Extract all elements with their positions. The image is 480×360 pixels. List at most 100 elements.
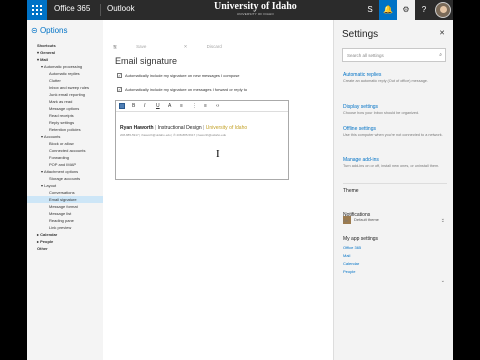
offline-settings-desc: Use this computer when you're not connec… — [343, 133, 443, 137]
nav-item[interactable]: ▾ Accounts — [27, 133, 103, 140]
automatic-replies-desc: Create an automatic reply (Out of office… — [343, 79, 428, 83]
nav-item[interactable]: Automatic replies — [27, 70, 103, 77]
options-tree: Shortcuts ▾ General ▾ Mail ▾ Automatic proc… — [27, 42, 103, 252]
chevron-down-icon[interactable]: ⌄ — [441, 278, 445, 284]
nav-item[interactable]: ▾ Automatic processing — [27, 63, 103, 70]
university-logo: University of Idaho UNIVERSITY OF IDAHO — [214, 1, 297, 17]
save-label: Save — [136, 44, 147, 49]
logo-main: University of Idaho — [214, 1, 297, 12]
settings-pane: Settings ✕ Search all settings ⌕ Automat… — [333, 20, 453, 360]
display-settings-link[interactable]: Display settings — [343, 104, 378, 110]
nav-item[interactable]: Email signature — [27, 196, 103, 203]
insert-picture-icon[interactable] — [119, 103, 125, 109]
signature-name: Ryan Haworth — [120, 125, 154, 131]
options-navigation: ⊝ Options Shortcuts ▾ General ▾ Mail ▾ Auto… — [27, 20, 103, 360]
brand-label[interactable]: Office 365 — [54, 4, 90, 13]
nav-item[interactable]: ▾ Attachment options — [27, 168, 103, 175]
close-icon[interactable]: ✕ — [439, 29, 445, 37]
forward-reply-option-label: Automatically include my signature on me… — [125, 87, 248, 92]
chevron-down-icon[interactable]: ⌄ — [441, 218, 445, 224]
top-bar: Office 365 Outlook University of Idaho U… — [27, 0, 453, 20]
nav-item[interactable]: Connected accounts — [27, 147, 103, 154]
settings-search-input[interactable]: Search all settings ⌕ — [342, 48, 446, 62]
search-icon[interactable]: ⌕ — [439, 52, 442, 58]
gear-icon[interactable]: ⚙ — [397, 0, 415, 20]
logo-sub: UNIVERSITY OF IDAHO — [236, 12, 274, 16]
nav-item[interactable]: ▾ Mail — [27, 56, 103, 63]
nav-item[interactable]: Message options — [27, 105, 103, 112]
divider — [343, 183, 447, 184]
back-arrow-icon: ⊝ — [31, 26, 40, 35]
numbering-button[interactable]: ≡ — [204, 103, 207, 109]
signature-name-line: Ryan Haworth | Instructional Design | Un… — [120, 125, 247, 131]
bold-button[interactable]: B — [132, 103, 135, 109]
bullets-button[interactable]: ⋮ — [192, 103, 197, 109]
nav-item[interactable]: Storage accounts — [27, 175, 103, 182]
font-color-button[interactable]: A — [168, 103, 171, 109]
italic-button[interactable]: I — [144, 103, 145, 109]
theme-label: Theme — [343, 188, 359, 194]
my-app-people-link[interactable]: People — [343, 269, 355, 274]
code-view-button[interactable]: ‹› — [216, 103, 219, 109]
nav-item[interactable]: Reading pane — [27, 217, 103, 224]
nav-item[interactable]: Link preview — [27, 224, 103, 231]
my-app-settings-label: My app settings — [343, 236, 379, 242]
new-messages-checkbox[interactable]: ✓ — [117, 73, 122, 78]
nav-item[interactable]: Block or allow — [27, 140, 103, 147]
nav-item[interactable]: ▸ Calendar — [27, 231, 103, 238]
my-app-office365-link[interactable]: Office 365 — [343, 245, 361, 250]
my-app-calendar-link[interactable]: Calendar — [343, 261, 359, 266]
nav-item[interactable]: Message list — [27, 210, 103, 217]
screen: Office 365 Outlook University of Idaho U… — [27, 0, 453, 360]
discard-label: Discard — [206, 44, 222, 49]
nav-item[interactable]: ▾ Layout — [27, 182, 103, 189]
nav-item[interactable]: Forwarding — [27, 154, 103, 161]
nav-item[interactable]: Message format — [27, 203, 103, 210]
text-cursor-icon: I — [216, 148, 220, 160]
nav-item[interactable]: Junk email reporting — [27, 91, 103, 98]
page-title: Email signature — [115, 56, 178, 66]
offline-settings-link[interactable]: Offline settings — [343, 126, 376, 132]
skype-icon[interactable]: S — [361, 0, 379, 20]
discard-button[interactable]: ✕ Discard — [184, 44, 240, 49]
nav-item[interactable]: Clutter — [27, 77, 103, 84]
nav-item[interactable]: Inbox and sweep rules — [27, 84, 103, 91]
editor-toolbar: B I U A ≡ ⋮ ≡ ‹› — [116, 101, 288, 112]
nav-item[interactable]: Reply settings — [27, 119, 103, 126]
nav-item[interactable]: Conversations — [27, 189, 103, 196]
nav-item[interactable]: Shortcuts — [27, 42, 103, 49]
save-button[interactable]: 🖫 Save — [113, 44, 164, 49]
search-placeholder: Search all settings — [347, 53, 384, 58]
manage-addins-desc: Turn add-ins on or off, install new ones… — [343, 164, 440, 168]
nav-item[interactable]: ▾ General — [27, 49, 103, 56]
nav-item[interactable]: Read receipts — [27, 112, 103, 119]
discard-icon: ✕ — [183, 44, 189, 49]
signature-org: University of Idaho — [205, 125, 248, 131]
forward-reply-checkbox[interactable]: ✓ — [117, 87, 122, 92]
my-app-mail-link[interactable]: Mail — [343, 253, 350, 258]
nav-item[interactable]: Mark as read — [27, 98, 103, 105]
automatic-replies-link[interactable]: Automatic replies — [343, 72, 381, 78]
action-bar: 🖫 Save ✕ Discard — [113, 43, 258, 51]
underline-button[interactable]: U — [156, 103, 160, 109]
nav-item[interactable]: POP and IMAP — [27, 161, 103, 168]
nav-item[interactable]: Other — [27, 245, 103, 252]
nav-item[interactable]: Retention policies — [27, 126, 103, 133]
new-messages-option-label: Automatically include my signature on ne… — [125, 73, 240, 78]
app-name[interactable]: Outlook — [107, 4, 135, 13]
nav-item[interactable]: ▸ People — [27, 238, 103, 245]
options-back-link[interactable]: ⊝ Options — [31, 26, 68, 35]
options-title: Options — [39, 26, 68, 35]
settings-title: Settings — [342, 29, 379, 40]
notifications-bell-icon[interactable]: 🔔 — [379, 0, 397, 20]
avatar[interactable] — [435, 2, 451, 18]
app-launcher-icon[interactable] — [27, 0, 47, 20]
manage-addins-link[interactable]: Manage add-ins — [343, 157, 379, 163]
signature-contact: 208-885-5917 | rhaworth@uidaho.edu | ✆ 2… — [120, 133, 227, 137]
notifications-value[interactable]: On — [343, 218, 447, 224]
save-icon: 🖫 — [113, 44, 119, 49]
display-settings-desc: Choose how your Inbox should be organize… — [343, 111, 420, 115]
align-button[interactable]: ≡ — [180, 103, 183, 109]
help-icon[interactable]: ? — [415, 0, 433, 20]
signature-editor[interactable]: B I U A ≡ ⋮ ≡ ‹› Ryan Haworth | Instruct… — [115, 100, 289, 180]
